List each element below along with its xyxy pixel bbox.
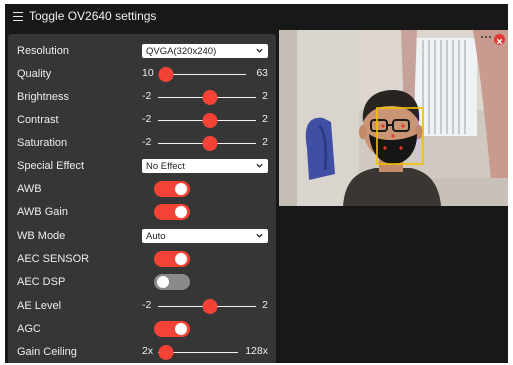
brightness-row: Brightness -2 2	[8, 86, 276, 108]
saturation-label: Saturation	[17, 137, 68, 149]
awb-gain-label: AWB Gain	[17, 206, 68, 218]
resolution-label: Resolution	[17, 45, 69, 57]
contrast-thumb[interactable]	[202, 113, 218, 128]
wb-mode-value: Auto	[146, 230, 166, 242]
special-effect-label: Special Effect	[17, 160, 85, 172]
aec-dsp-label: AEC DSP	[17, 276, 66, 288]
contrast-label: Contrast	[17, 114, 59, 126]
camera-web-server-window: Toggle OV2640 settings Resolution QVGA(3…	[5, 4, 508, 363]
ae-level-label: AE Level	[17, 300, 62, 312]
chevron-down-icon	[256, 48, 263, 53]
settings-title[interactable]: Toggle OV2640 settings	[29, 9, 156, 23]
special-effect-row: Special Effect No Effect	[8, 155, 276, 177]
saturation-min: -2	[142, 136, 152, 148]
contrast-slider[interactable]: -2 2	[142, 109, 268, 131]
brightness-max: 2	[262, 90, 268, 102]
gain-ceiling-label: Gain Ceiling	[17, 346, 77, 358]
resolution-row: Resolution QVGA(320x240)	[8, 40, 276, 62]
gain-ceiling-row: Gain Ceiling 2x 128x	[8, 341, 276, 363]
ae-level-max: 2	[262, 299, 268, 311]
settings-panel: Resolution QVGA(320x240) Quality 10 63 B…	[8, 34, 276, 363]
special-effect-select[interactable]: No Effect	[142, 159, 268, 173]
awb-row: AWB	[8, 178, 276, 200]
chevron-down-icon	[256, 163, 263, 168]
brightness-min: -2	[142, 90, 152, 102]
aec-dsp-toggle[interactable]	[154, 274, 190, 290]
quality-track[interactable]	[166, 73, 246, 75]
awb-label: AWB	[17, 183, 42, 195]
hamburger-menu-icon[interactable]	[13, 11, 23, 21]
agc-label: AGC	[17, 323, 41, 335]
ae-level-thumb[interactable]	[202, 299, 218, 314]
saturation-max: 2	[262, 136, 268, 148]
wb-mode-select[interactable]: Auto	[142, 229, 268, 243]
brightness-thumb[interactable]	[202, 90, 218, 105]
ae-level-min: -2	[142, 299, 152, 311]
resolution-select[interactable]: QVGA(320x240)	[142, 44, 268, 58]
quality-row: Quality 10 63	[8, 63, 276, 85]
awb-gain-row: AWB Gain	[8, 201, 276, 223]
contrast-min: -2	[142, 113, 152, 125]
quality-min: 10	[142, 67, 154, 79]
quality-slider[interactable]: 10 63	[142, 63, 268, 85]
gain-ceiling-slider[interactable]: 2x 128x	[142, 341, 268, 363]
more-dots-icon[interactable]	[481, 36, 491, 38]
quality-label: Quality	[17, 68, 52, 80]
wb-mode-row: WB Mode Auto	[8, 225, 276, 247]
agc-toggle[interactable]	[154, 321, 190, 337]
awb-toggle[interactable]	[154, 181, 190, 197]
quality-max: 63	[256, 67, 268, 79]
gain-ceiling-thumb[interactable]	[158, 345, 174, 360]
aec-sensor-toggle[interactable]	[154, 251, 190, 267]
aec-sensor-row: AEC SENSOR	[8, 248, 276, 270]
wb-mode-label: WB Mode	[17, 230, 66, 242]
toggle-knob	[157, 276, 169, 288]
aec-sensor-label: AEC SENSOR	[17, 253, 90, 265]
chevron-down-icon	[256, 233, 263, 238]
toggle-knob	[175, 253, 187, 265]
resolution-value: QVGA(320x240)	[146, 45, 217, 57]
settings-header[interactable]: Toggle OV2640 settings	[5, 4, 508, 28]
ae-level-row: AE Level -2 2	[8, 295, 276, 317]
close-icon[interactable]	[494, 34, 505, 45]
saturation-thumb[interactable]	[202, 136, 218, 151]
contrast-row: Contrast -2 2	[8, 109, 276, 131]
quality-thumb[interactable]	[158, 67, 174, 82]
gain-ceiling-max: 128x	[245, 345, 268, 357]
agc-row: AGC	[8, 318, 276, 340]
brightness-slider[interactable]: -2 2	[142, 86, 268, 108]
contrast-max: 2	[262, 113, 268, 125]
toggle-knob	[175, 206, 187, 218]
gain-ceiling-min: 2x	[142, 345, 154, 357]
aec-dsp-row: AEC DSP	[8, 271, 276, 293]
brightness-label: Brightness	[17, 91, 69, 103]
saturation-slider[interactable]: -2 2	[142, 132, 268, 154]
camera-frame-image	[279, 30, 508, 206]
awb-gain-toggle[interactable]	[154, 204, 190, 220]
toggle-knob	[175, 183, 187, 195]
toggle-knob	[175, 323, 187, 335]
ae-level-slider[interactable]: -2 2	[142, 295, 268, 317]
saturation-row: Saturation -2 2	[8, 132, 276, 154]
special-effect-value: No Effect	[146, 160, 185, 172]
camera-stream	[279, 30, 508, 206]
